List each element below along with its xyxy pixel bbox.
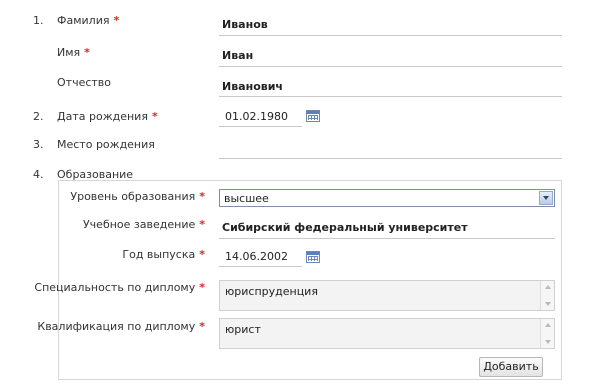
scroll-up-icon xyxy=(545,285,551,289)
add-button[interactable]: Добавить xyxy=(479,357,543,377)
middlename-label: Отчество xyxy=(57,76,112,89)
scroll-down-icon xyxy=(545,340,551,344)
item-number-4: 4. xyxy=(33,168,44,181)
middlename-value[interactable]: Иванович xyxy=(222,80,283,93)
specialty-scrollbar[interactable] xyxy=(540,281,554,310)
required-marker: * xyxy=(199,218,205,231)
birthplace-field-underline xyxy=(219,158,562,159)
education-level-label: Уровень образования * xyxy=(70,190,205,203)
scroll-up-icon xyxy=(545,323,551,327)
graduation-year-label: Год выпуска * xyxy=(122,248,205,261)
education-level-select[interactable]: высшее xyxy=(219,189,555,207)
scroll-down-icon xyxy=(545,302,551,306)
birthdate-label: Дата рождения * xyxy=(57,110,158,123)
institution-field-underline xyxy=(219,238,555,239)
specialty-value: юриспруденция xyxy=(225,285,318,298)
specialty-textarea[interactable]: юриспруденция xyxy=(219,280,555,311)
birthdate-value: 01.02.1980 xyxy=(225,110,288,123)
chevron-down-icon[interactable] xyxy=(539,191,553,205)
graduation-year-value: 14.06.2002 xyxy=(225,250,288,263)
qualification-scrollbar[interactable] xyxy=(540,319,554,348)
birthdate-input[interactable]: 01.02.1980 xyxy=(219,106,302,127)
lastname-value[interactable]: Иванов xyxy=(222,18,268,31)
item-number-1: 1. xyxy=(33,14,44,27)
required-marker: * xyxy=(113,14,120,27)
item-number-2: 2. xyxy=(33,110,44,123)
firstname-field-underline xyxy=(219,66,562,67)
education-level-value: высшее xyxy=(224,192,269,205)
specialty-label: Специальность по диплому * xyxy=(34,281,205,294)
lastname-field-underline xyxy=(219,35,562,36)
calendar-icon[interactable] xyxy=(306,110,320,122)
calendar-icon[interactable] xyxy=(306,251,320,263)
middlename-field-underline xyxy=(219,96,562,97)
birthplace-label: Место рождения xyxy=(57,138,155,151)
institution-label: Учебное заведение * xyxy=(82,218,205,231)
required-marker: * xyxy=(151,110,158,123)
qualification-label: Квалификация по диплому * xyxy=(37,320,205,333)
qualification-textarea[interactable]: юрист xyxy=(219,318,555,349)
graduation-year-input[interactable]: 14.06.2002 xyxy=(219,246,302,267)
required-marker: * xyxy=(199,190,205,203)
required-marker: * xyxy=(199,320,205,333)
required-marker: * xyxy=(84,46,90,59)
institution-value[interactable]: Сибирский федеральный университет xyxy=(222,221,468,234)
qualification-value: юрист xyxy=(225,323,261,336)
required-marker: * xyxy=(199,281,205,294)
firstname-value[interactable]: Иван xyxy=(222,49,253,62)
lastname-label: Фамилия * xyxy=(57,14,120,27)
item-number-3: 3. xyxy=(33,138,44,151)
required-marker: * xyxy=(199,248,205,261)
firstname-label: Имя * xyxy=(57,46,90,59)
